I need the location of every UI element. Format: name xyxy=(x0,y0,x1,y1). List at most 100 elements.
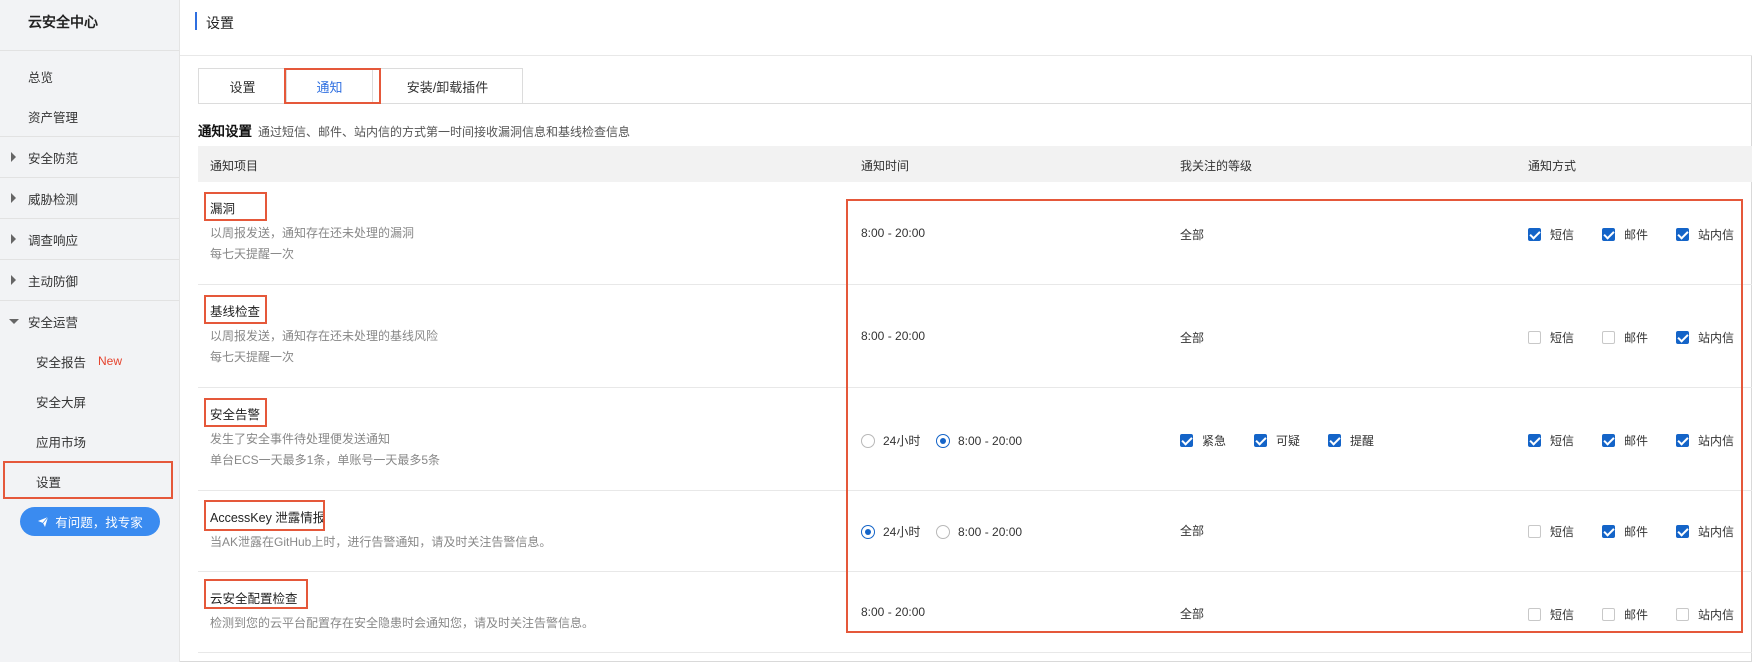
radio-dot xyxy=(936,524,950,539)
time-daytime-radio[interactable]: 8:00 - 20:00 xyxy=(936,433,1023,448)
notify-level: 全部 xyxy=(1180,524,1205,538)
email-checkbox[interactable]: 邮件 xyxy=(1602,606,1676,623)
row-description: 以周报发送，通知存在还未处理的基线风险 每七天提醒一次 xyxy=(210,326,438,368)
sidebar-item-label: 主动防御 xyxy=(28,274,79,289)
checkbox-box xyxy=(1602,228,1615,241)
ask-expert-label: 有问题，找专家 xyxy=(55,516,143,530)
checkbox-box xyxy=(1528,228,1541,241)
checkbox-label: 站内信 xyxy=(1698,331,1735,345)
sms-checkbox[interactable]: 短信 xyxy=(1528,329,1602,346)
checkbox-box xyxy=(1676,608,1689,621)
sms-checkbox[interactable]: 短信 xyxy=(1528,523,1602,540)
checkbox-box xyxy=(1676,525,1689,538)
email-checkbox[interactable]: 邮件 xyxy=(1602,432,1676,449)
sidebar-item-big-screen[interactable]: 安全大屏 xyxy=(0,381,179,421)
sidebar-item-overview[interactable]: 总览 xyxy=(0,56,179,96)
notify-methods: 短信 邮件 站内信 xyxy=(1528,606,1734,623)
notify-time: 8:00 - 20:00 xyxy=(861,605,926,619)
tab-bar: 设置 通知 安装/卸载插件 xyxy=(198,68,523,104)
sidebar-item-label: 安全防范 xyxy=(28,151,79,166)
sidebar-item-operations[interactable]: 安全运营 xyxy=(0,301,179,341)
tab-settings[interactable]: 设置 xyxy=(198,68,287,104)
notify-methods: 短信 邮件 站内信 xyxy=(1528,523,1734,540)
tab-plugins[interactable]: 安装/卸载插件 xyxy=(372,68,523,104)
sidebar-item-detection[interactable]: 威胁检测 xyxy=(0,178,179,218)
email-checkbox[interactable]: 邮件 xyxy=(1602,226,1676,243)
notify-time-options: 24小时 8:00 - 20:00 xyxy=(861,523,1022,540)
checkbox-box xyxy=(1676,331,1689,344)
checkbox-box xyxy=(1328,434,1341,447)
caret-down-icon xyxy=(9,319,19,324)
checkbox-label: 站内信 xyxy=(1698,525,1735,539)
notify-methods: 短信 邮件 站内信 xyxy=(1528,329,1734,346)
page-title: 设置 xyxy=(206,15,234,31)
checkbox-box xyxy=(1602,525,1615,538)
checkbox-label: 紧急 xyxy=(1202,434,1227,448)
ask-expert-button[interactable]: 有问题，找专家 xyxy=(20,507,160,536)
checkbox-box xyxy=(1602,608,1615,621)
checkbox-box xyxy=(1528,525,1541,538)
table-row: AccessKey 泄露情报 当AK泄露在GitHub上时，进行告警通知，请及时… xyxy=(198,491,1752,572)
checkbox-label: 邮件 xyxy=(1624,331,1649,345)
inbox-checkbox[interactable]: 站内信 xyxy=(1676,606,1734,623)
table-row: 基线检查 以周报发送，通知存在还未处理的基线风险 每七天提醒一次 8:00 - … xyxy=(198,285,1752,388)
sidebar-item-label: 威胁检测 xyxy=(28,192,79,207)
email-checkbox[interactable]: 邮件 xyxy=(1602,329,1676,346)
row-name: AccessKey 泄露情报 xyxy=(210,511,326,525)
sidebar-item-label: 设置 xyxy=(36,475,62,490)
section-title: 通知设置 xyxy=(198,124,252,139)
notify-level-options: 紧急 可疑 提醒 xyxy=(1180,432,1374,449)
time-daytime-radio[interactable]: 8:00 - 20:00 xyxy=(936,524,1023,539)
time-24h-radio[interactable]: 24小时 xyxy=(861,432,936,449)
column-header-method: 通知方式 xyxy=(1528,159,1577,173)
checkbox-label: 站内信 xyxy=(1698,434,1735,448)
new-badge: New xyxy=(98,354,123,368)
inbox-checkbox[interactable]: 站内信 xyxy=(1676,432,1734,449)
sidebar-item-label: 应用市场 xyxy=(36,435,87,450)
inbox-checkbox[interactable]: 站内信 xyxy=(1676,329,1734,346)
sidebar-item-settings[interactable]: 设置 xyxy=(0,461,179,501)
radio-dot xyxy=(936,433,950,448)
sidebar-item-label: 安全报告 xyxy=(36,355,87,370)
radio-dot xyxy=(861,524,875,539)
checkbox-box xyxy=(1528,608,1541,621)
checkbox-box xyxy=(1528,434,1541,447)
row-desc-line: 单台ECS一天最多1条，单账号一天最多5条 xyxy=(210,453,441,467)
section-description: 通过短信、邮件、站内信的方式第一时间接收漏洞信息和基线检查信息 xyxy=(258,125,631,139)
column-header-level: 我关注的等级 xyxy=(1180,159,1253,173)
caret-right-icon xyxy=(11,275,16,285)
row-name: 云安全配置检查 xyxy=(210,592,298,606)
sms-checkbox[interactable]: 短信 xyxy=(1528,432,1602,449)
sms-checkbox[interactable]: 短信 xyxy=(1528,606,1602,623)
checkbox-label: 邮件 xyxy=(1624,228,1649,242)
sidebar-item-assets[interactable]: 资产管理 xyxy=(0,96,179,136)
sidebar-item-app-market[interactable]: 应用市场 xyxy=(0,421,179,461)
reminder-checkbox[interactable]: 提醒 xyxy=(1328,432,1374,449)
time-24h-radio[interactable]: 24小时 xyxy=(861,523,936,540)
sms-checkbox[interactable]: 短信 xyxy=(1528,226,1602,243)
table-row: 安全告警 发生了安全事件待处理便发送通知 单台ECS一天最多1条，单账号一天最多… xyxy=(198,388,1752,491)
sidebar-item-prevention[interactable]: 安全防范 xyxy=(0,137,179,177)
sidebar-item-label: 安全大屏 xyxy=(36,395,87,410)
row-desc-line: 每七天提醒一次 xyxy=(210,247,295,261)
radio-dot xyxy=(861,433,875,448)
suspicious-checkbox[interactable]: 可疑 xyxy=(1254,432,1328,449)
email-checkbox[interactable]: 邮件 xyxy=(1602,523,1676,540)
row-desc-line: 发生了安全事件待处理便发送通知 xyxy=(210,432,391,446)
urgent-checkbox[interactable]: 紧急 xyxy=(1180,432,1254,449)
checkbox-box xyxy=(1676,228,1689,241)
inbox-checkbox[interactable]: 站内信 xyxy=(1676,226,1734,243)
sidebar-item-active-defense[interactable]: 主动防御 xyxy=(0,260,179,300)
checkbox-label: 站内信 xyxy=(1698,608,1735,622)
checkbox-label: 短信 xyxy=(1550,525,1575,539)
radio-label: 8:00 - 20:00 xyxy=(958,433,1023,448)
tab-notifications[interactable]: 通知 xyxy=(286,68,373,104)
tab-underline xyxy=(198,103,1752,104)
sidebar-item-response[interactable]: 调查响应 xyxy=(0,219,179,259)
inbox-checkbox[interactable]: 站内信 xyxy=(1676,523,1734,540)
notify-level: 全部 xyxy=(1180,331,1205,345)
checkbox-label: 短信 xyxy=(1550,608,1575,622)
radio-label: 8:00 - 20:00 xyxy=(958,524,1023,539)
sidebar-item-reports[interactable]: 安全报告 New xyxy=(0,341,179,381)
table-row: 云安全配置检查 检测到您的云平台配置存在安全隐患时会通知您，请及时关注告警信息。… xyxy=(198,572,1752,653)
